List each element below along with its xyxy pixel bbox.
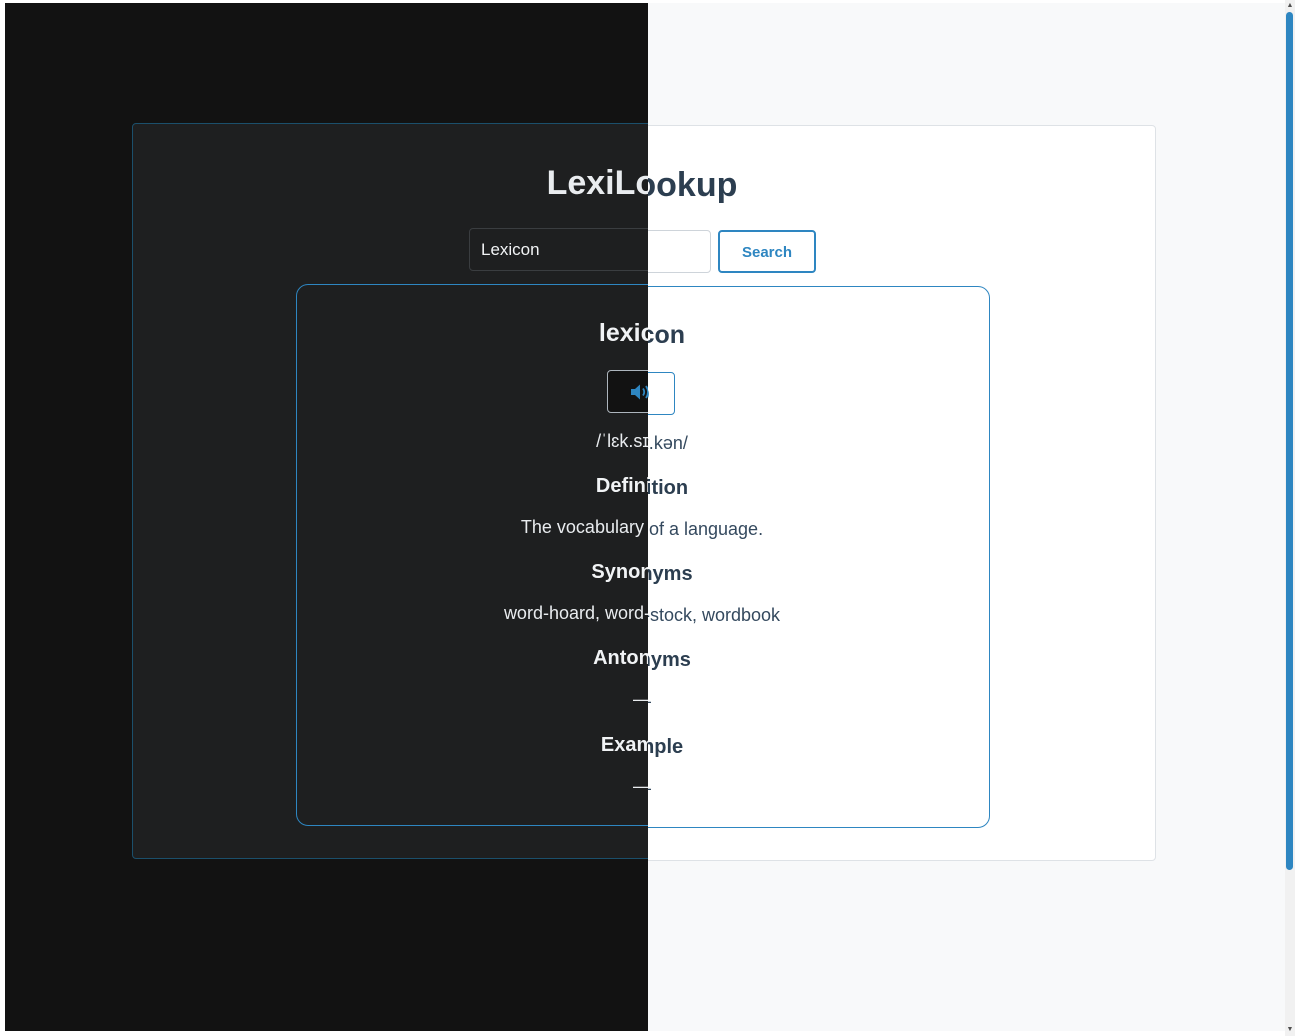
comparison-view: LexiLookup Search lexicon /ˈlɛk.sɪ.kən/ … (5, 3, 1285, 1031)
antonyms-text: — (5, 688, 648, 710)
phonetic-text: /ˈlɛk.sɪ.kən/ (648, 433, 688, 453)
vertical-scrollbar[interactable]: ▲ ▼ (1285, 0, 1295, 1036)
dark-theme-panel: LexiLookup Search lexicon /ˈlɛk.sɪ.kən/ … (5, 3, 648, 1031)
speaker-volume-icon (648, 389, 649, 398)
app-title: LexiLookup (648, 166, 738, 204)
example-heading: Example (600, 734, 648, 756)
example-text: — (648, 777, 1279, 799)
definition-text: The vocabulary of a language. (648, 519, 764, 539)
synonyms-text: word-hoard, word-stock, wordbook (503, 603, 648, 623)
play-pronunciation-button[interactable] (607, 370, 648, 413)
app-title: LexiLookup (546, 164, 648, 202)
definition-heading: Definition (648, 477, 689, 499)
play-pronunciation-button[interactable] (648, 372, 675, 415)
result-word: lexicon (598, 319, 648, 347)
search-input[interactable] (469, 228, 648, 271)
example-heading: Example (648, 736, 684, 758)
result-word: lexicon (648, 321, 686, 349)
light-theme-panel: LexiLookup Search lexicon /ˈlɛk.sɪ.kən/ … (648, 3, 1285, 1031)
speaker-volume-icon (631, 384, 648, 399)
scroll-down-arrow-icon[interactable]: ▼ (1286, 1026, 1294, 1034)
antonyms-text: — (648, 690, 1279, 712)
example-text: — (5, 775, 648, 797)
search-button[interactable]: Search (718, 230, 816, 273)
antonyms-heading: Antonyms (593, 647, 648, 669)
phonetic-text: /ˈlɛk.sɪ.kən/ (596, 431, 648, 451)
synonyms-heading: Synonyms (648, 563, 693, 585)
definition-heading: Definition (595, 475, 648, 497)
scroll-up-arrow-icon[interactable]: ▲ (1286, 2, 1294, 10)
definition-text: The vocabulary of a language. (520, 517, 648, 537)
antonyms-heading: Antonyms (648, 649, 691, 671)
scrollbar-thumb[interactable] (1286, 12, 1293, 870)
search-input[interactable] (648, 230, 711, 273)
synonyms-text: word-hoard, word-stock, wordbook (648, 605, 781, 625)
synonyms-heading: Synonyms (591, 561, 648, 583)
